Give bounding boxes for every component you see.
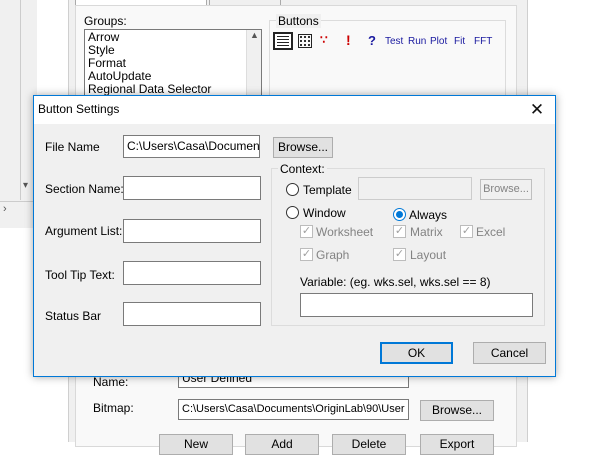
exclamation-icon[interactable]: ! — [346, 32, 351, 48]
name-label: Name: — [93, 375, 129, 389]
list-item[interactable]: Arrow — [88, 30, 119, 44]
dialog-titlebar[interactable]: Button Settings ✕ — [34, 96, 555, 124]
ok-button[interactable]: OK — [380, 342, 453, 364]
template-radio[interactable] — [286, 183, 299, 196]
close-icon[interactable]: ✕ — [519, 96, 555, 124]
scroll-down-arrow-icon[interactable]: ▾ — [23, 180, 28, 191]
h-scrollbar-fragment[interactable]: › — [0, 201, 36, 220]
list-item[interactable]: Style — [88, 43, 115, 57]
section-name-label: Section Name: — [45, 182, 124, 196]
bitmap-label: Bitmap: — [93, 401, 134, 415]
groups-list[interactable]: Arrow Style Format AutoUpdate Regional D… — [84, 29, 262, 99]
matrix-label: Matrix — [410, 225, 443, 239]
dots-grid-icon[interactable] — [298, 34, 312, 48]
tool-tip-field[interactable] — [123, 261, 261, 285]
question-icon[interactable]: ? — [368, 33, 376, 48]
tool-tip-label: Tool Tip Text: — [45, 268, 115, 282]
status-bar-label: Status Bar — [45, 309, 102, 323]
groups-label: Groups: — [84, 14, 127, 28]
argument-list-field[interactable] — [123, 219, 261, 243]
toolbar-button-run[interactable]: Run — [408, 36, 426, 47]
delete-button[interactable]: Delete — [332, 434, 406, 455]
buttons-group — [269, 20, 506, 100]
layout-label: Layout — [410, 248, 447, 262]
graph-label: Graph — [316, 248, 350, 262]
file-name-label: File Name — [45, 140, 100, 154]
window-label: Window — [303, 206, 346, 220]
scroll-right-arrow-icon[interactable]: › — [3, 203, 7, 215]
scroll-up-arrow-icon[interactable]: ▲ — [250, 30, 259, 40]
list-scrollbar[interactable]: ▲ — [246, 30, 261, 98]
template-field — [358, 177, 472, 200]
layout-checkbox: ✓ — [393, 248, 406, 261]
list-item[interactable]: AutoUpdate — [88, 69, 151, 83]
bitmap-field[interactable]: C:\Users\Casa\Documents\OriginLab\90\Use… — [178, 399, 409, 420]
status-bar-field[interactable] — [123, 302, 261, 326]
window-radio[interactable] — [286, 206, 299, 219]
template-label: Template — [303, 183, 352, 197]
argument-list-label: Argument List: — [45, 224, 123, 238]
export-button[interactable]: Export — [420, 434, 494, 455]
context-label: Context: — [278, 162, 327, 176]
variable-field[interactable] — [300, 293, 533, 317]
template-browse-button: Browse... — [480, 179, 532, 200]
file-name-field[interactable]: C:\Users\Casa\Documents\ — [123, 135, 260, 158]
file-browse-button[interactable]: Browse... — [273, 137, 333, 158]
cancel-button[interactable]: Cancel — [473, 342, 546, 364]
toolbar-icon-table[interactable] — [273, 32, 293, 50]
table-icon — [277, 36, 289, 46]
variable-label: Variable: (eg. wks.sel, wks.sel == 8) — [300, 275, 491, 289]
scatter-icon[interactable]: ∵ — [320, 33, 328, 47]
new-button[interactable]: New — [159, 434, 233, 455]
always-radio[interactable] — [393, 208, 406, 221]
excel-label: Excel — [476, 225, 506, 239]
matrix-checkbox: ✓ — [393, 225, 406, 238]
bitmap-browse-button[interactable]: Browse... — [420, 400, 494, 421]
always-label: Always — [409, 208, 448, 222]
add-button[interactable]: Add — [245, 434, 319, 455]
toolbar-button-fft[interactable]: FFT — [474, 36, 492, 47]
graph-checkbox: ✓ — [300, 248, 313, 261]
list-item[interactable]: Regional Data Selector — [88, 82, 211, 96]
worksheet-label: Worksheet — [316, 225, 374, 239]
toolbar-button-test[interactable]: Test — [385, 36, 403, 47]
button-settings-dialog: Button Settings ✕ File Name C:\Users\Cas… — [33, 95, 556, 377]
list-item[interactable]: Format — [88, 56, 126, 70]
excel-checkbox: ✓ — [460, 225, 473, 238]
toolbar-button-fit[interactable]: Fit — [454, 36, 465, 47]
toolbar-button-plot[interactable]: Plot — [430, 36, 447, 47]
section-name-field[interactable] — [123, 176, 261, 200]
buttons-label: Buttons — [276, 14, 321, 28]
worksheet-checkbox: ✓ — [300, 225, 313, 238]
dialog-title: Button Settings — [38, 102, 120, 116]
